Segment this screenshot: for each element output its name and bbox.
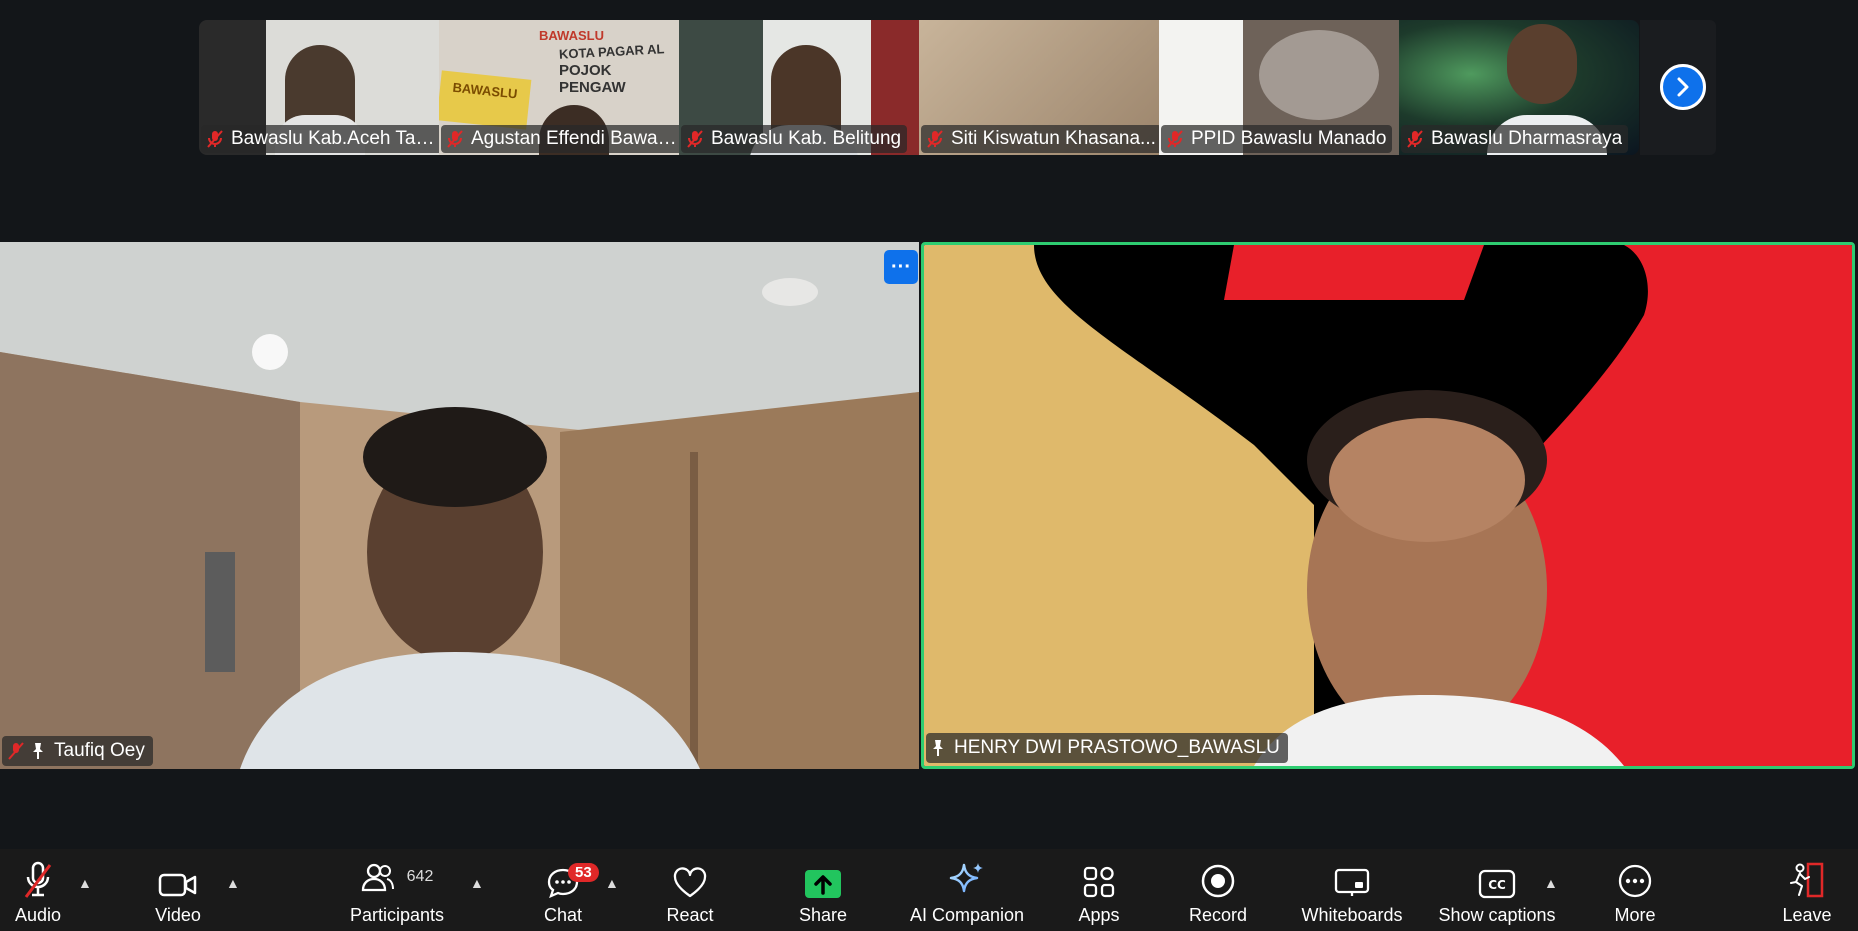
mic-muted-icon [1167, 130, 1183, 148]
chat-unread-badge: 53 [568, 863, 599, 882]
mic-muted-icon [927, 130, 943, 148]
participant-thumbnail[interactable]: Bawaslu Kab. Belitung [679, 20, 919, 155]
mic-muted-icon [1407, 130, 1423, 148]
more-dots-icon: ··· [891, 255, 911, 278]
mic-muted-icon [207, 130, 223, 148]
apps-icon [1083, 866, 1115, 898]
participant-thumbnail[interactable]: BAWASLU KOTA PAGAR AL POJOK PENGAW BAWAS… [439, 20, 679, 155]
record-icon [1201, 864, 1235, 898]
participant-nametag: PPID Bawaslu Manado [1161, 125, 1393, 153]
participant-thumbnail[interactable]: Bawaslu Dharmasraya [1399, 20, 1639, 155]
captions-options-caret[interactable]: ▲ [1544, 875, 1558, 891]
participant-nametag: Bawaslu Kab. Belitung [681, 125, 908, 153]
show-captions-button[interactable]: CC Show captions [1436, 849, 1558, 931]
whiteboard-icon [1334, 868, 1370, 896]
svg-text:CC: CC [1488, 878, 1506, 892]
mic-muted-icon [687, 130, 703, 148]
video-button[interactable]: Video [145, 849, 211, 931]
participants-button[interactable]: 642 Participants [342, 849, 452, 931]
mic-muted-icon [24, 861, 52, 898]
participant-video [1507, 24, 1577, 104]
tile-options-button[interactable]: ··· [884, 250, 918, 284]
apps-button[interactable]: Apps [1070, 849, 1128, 931]
cc-icon: CC [1478, 869, 1516, 899]
participant-thumbnail-strip: Bawaslu Kab.Aceh Tam... BAWASLU KOTA PAG… [199, 20, 1639, 155]
sparkle-icon [949, 863, 983, 893]
pin-icon [933, 740, 943, 756]
meeting-toolbar: Audio ▲ Video ▲ 642 Participants ▲ Chat … [0, 849, 1858, 931]
chat-options-caret[interactable]: ▲ [605, 875, 619, 891]
react-button[interactable]: React [660, 849, 720, 931]
whiteboards-button[interactable]: Whiteboards [1296, 849, 1408, 931]
record-button[interactable]: Record [1186, 849, 1250, 931]
share-button[interactable]: Share [793, 849, 853, 931]
camera-icon [158, 873, 197, 897]
chevron-right-icon [1677, 77, 1689, 97]
participants-icon [361, 863, 394, 892]
participant-nametag: Bawaslu Dharmasraya [1401, 125, 1629, 153]
leave-door-icon [1790, 862, 1824, 898]
participant-video [0, 242, 919, 769]
participant-nametag: Siti Kiswatun Khasana... [921, 125, 1159, 153]
audio-button[interactable]: Audio [8, 849, 68, 931]
heart-icon [673, 867, 707, 898]
participant-thumbnail[interactable]: Siti Kiswatun Khasana... [919, 20, 1159, 155]
participant-nametag: Agustan Effendi Bawas... [441, 125, 679, 153]
video-tile-taufiq[interactable]: Taufiq Oey [0, 242, 919, 769]
participant-thumbnail[interactable]: Bawaslu Kab.Aceh Tam... [199, 20, 439, 155]
leave-button[interactable]: Leave [1778, 849, 1836, 931]
share-arrow-icon [805, 870, 841, 898]
participant-nametag: Taufiq Oey [2, 736, 153, 766]
chat-button[interactable]: Chat [530, 849, 596, 931]
ai-companion-button[interactable]: AI Companion [905, 849, 1029, 931]
audio-options-caret[interactable]: ▲ [78, 875, 92, 891]
next-page-button[interactable] [1660, 64, 1706, 110]
mic-muted-icon [447, 130, 463, 148]
video-options-caret[interactable]: ▲ [226, 875, 240, 891]
more-button[interactable]: More [1606, 849, 1664, 931]
participants-options-caret[interactable]: ▲ [470, 875, 484, 891]
participant-nametag: HENRY DWI PRASTOWO_BAWASLU [926, 733, 1288, 763]
participant-video [924, 245, 1852, 766]
more-dots-icon [1618, 864, 1652, 898]
pin-icon [33, 743, 43, 759]
participant-thumbnail[interactable]: PPID Bawaslu Manado [1159, 20, 1399, 155]
participant-nametag: Bawaslu Kab.Aceh Tam... [201, 125, 439, 153]
video-tile-henry[interactable]: HENRY DWI PRASTOWO_BAWASLU [921, 242, 1855, 769]
mic-muted-icon [8, 742, 24, 760]
